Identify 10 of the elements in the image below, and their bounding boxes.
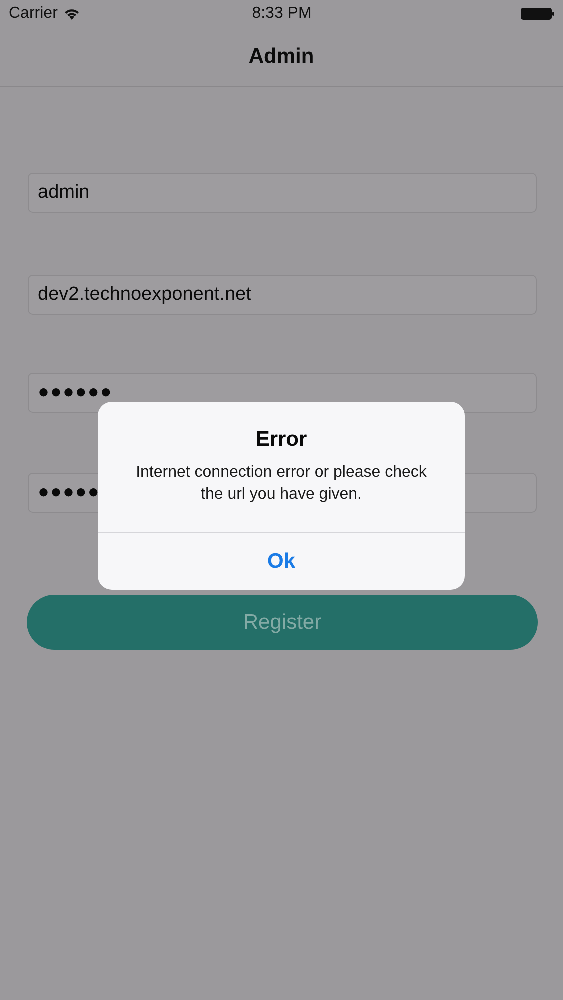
battery-icon xyxy=(521,8,555,20)
text-field[interactable]: dev2.technoexponent.net xyxy=(28,275,537,315)
alert-title: Error xyxy=(256,428,308,452)
ok-button[interactable]: Ok xyxy=(98,532,465,590)
alert-message: Internet connection error or please check the url you have given. xyxy=(135,463,428,505)
clock-time: 8:33 PM xyxy=(252,5,312,23)
screen-title: Admin xyxy=(248,45,314,69)
wifi-icon xyxy=(64,8,80,20)
text-field[interactable]: admin xyxy=(28,173,537,213)
carrier-label: Carrier xyxy=(9,5,58,23)
